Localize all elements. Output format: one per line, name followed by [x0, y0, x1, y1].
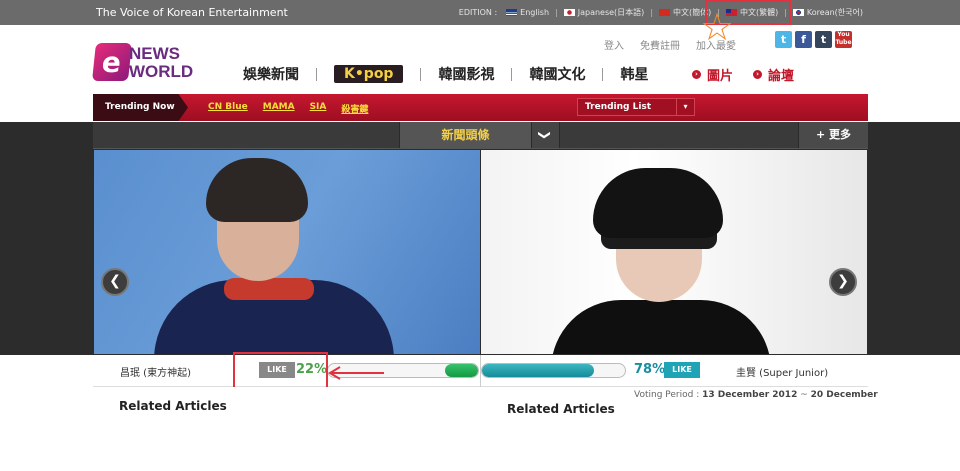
- register-link[interactable]: 免費註冊: [640, 37, 680, 52]
- edition-english-label: English: [520, 8, 550, 17]
- red-arrow-annotation-icon: [328, 366, 384, 380]
- related-articles-left: Related Articles: [119, 399, 227, 413]
- main-nav: 娛樂新聞 K•pop 韓國影視 韓國文化 韩星: [243, 64, 648, 84]
- headline-bar: 新聞頭條 ❯ + 更多: [93, 122, 868, 149]
- tumblr-icon[interactable]: t: [815, 31, 832, 48]
- nav-korean-stars[interactable]: 韩星: [620, 64, 648, 84]
- twitter-icon[interactable]: t: [775, 31, 792, 48]
- more-button[interactable]: + 更多: [798, 122, 868, 148]
- extra-nav: › 圖片 › 論壇: [692, 65, 794, 84]
- arrow-circle-icon: ›: [753, 70, 763, 79]
- facebook-icon[interactable]: f: [795, 31, 812, 48]
- trending-link-sia[interactable]: SIA: [310, 102, 327, 115]
- top-bar: The Voice of Korean Entertainment EDITIO…: [0, 0, 960, 25]
- vote-right-percent: 78%: [634, 362, 666, 377]
- site-logo[interactable]: NEWS WORLD: [92, 43, 194, 83]
- trending-list-select[interactable]: Trending List ▾: [577, 98, 695, 116]
- site-tagline: The Voice of Korean Entertainment: [96, 6, 288, 19]
- nav-divider: [511, 67, 513, 81]
- edition-english[interactable]: English: [506, 8, 549, 17]
- nav-forum-label: 論壇: [768, 69, 795, 84]
- chevron-down-icon: ▾: [676, 99, 694, 115]
- nav-divider: [420, 67, 422, 81]
- arrow-circle-icon: ›: [692, 70, 701, 79]
- us-flag-icon: [506, 9, 518, 16]
- youtube-icon[interactable]: You Tube: [835, 31, 852, 48]
- trending-link-4[interactable]: 殺害鍵: [341, 102, 368, 115]
- cn-flag-icon: [659, 9, 671, 16]
- bookmark-link[interactable]: 加入最愛: [696, 37, 736, 52]
- nav-korean-culture[interactable]: 韓國文化: [529, 64, 585, 84]
- logo-world-text: WORLD: [129, 62, 194, 81]
- trending-list-label: Trending List: [585, 102, 652, 112]
- vote-right-bar: [481, 363, 626, 378]
- nav-korean-drama[interactable]: 韓國影視: [438, 64, 494, 84]
- trending-label: Trending Now: [93, 94, 188, 121]
- trending-links: CN Blue MAMA SIA 殺害鍵: [208, 102, 368, 115]
- edition-korean-label: Korean(한국어): [806, 8, 863, 17]
- nav-photos-label: 圖片: [707, 69, 734, 84]
- login-link[interactable]: 登入: [604, 37, 624, 52]
- kr-flag-icon: [792, 9, 804, 16]
- jp-flag-icon: [563, 9, 575, 16]
- nav-photos[interactable]: › 圖片: [692, 65, 733, 84]
- nav-divider: [316, 67, 317, 81]
- vote-photo-left[interactable]: [94, 150, 480, 354]
- edition-japanese-label: Japanese(日本語): [577, 8, 645, 17]
- voting-period: Voting Period : 13 December 2012 ~ 20 De…: [634, 390, 878, 400]
- vote-row: 昌珉 (東方神起) LIKE 22% 78% LIKE 圭賢 (Super Ju…: [93, 355, 868, 387]
- vote-left-name: 昌珉 (東方神起): [120, 368, 191, 379]
- nav-divider: [602, 67, 604, 81]
- edition-selector: EDITION : English | Japanese(日本語) | 中文(簡…: [458, 7, 863, 18]
- vote-right-name: 圭賢 (Super Junior): [736, 368, 829, 379]
- nav-kpop[interactable]: K•pop: [334, 65, 404, 83]
- vote-photo-right[interactable]: [481, 150, 867, 354]
- social-links: t f t You Tube: [775, 31, 852, 48]
- slider-next-button[interactable]: ❯: [829, 268, 857, 296]
- edition-korean[interactable]: Korean(한국어): [792, 7, 863, 18]
- logo-e-icon: [92, 43, 132, 81]
- vote-highlight-box: [233, 352, 328, 390]
- nav-forum[interactable]: › 論壇: [753, 65, 794, 84]
- related-articles-right: Related Articles: [507, 402, 615, 416]
- slider-prev-button[interactable]: ❮: [101, 268, 129, 296]
- trending-link-cnblue[interactable]: CN Blue: [208, 102, 248, 115]
- like-right-button[interactable]: LIKE: [664, 362, 700, 378]
- logo-news-text: NEWS: [129, 44, 180, 63]
- trending-bar: Trending Now CN Blue MAMA SIA 殺害鍵 Trendi…: [93, 94, 868, 121]
- edition-japanese[interactable]: Japanese(日本語): [563, 7, 645, 18]
- nav-entertainment-news[interactable]: 娛樂新聞: [243, 64, 299, 84]
- trending-link-mama[interactable]: MAMA: [263, 102, 295, 115]
- edition-label: EDITION :: [458, 8, 498, 17]
- utility-links: 登入 免費註冊 加入最愛: [604, 37, 736, 52]
- headline-title: 新聞頭條: [399, 122, 531, 148]
- plus-icon: +: [815, 128, 826, 141]
- more-label: 更多: [829, 128, 852, 141]
- chevron-down-icon[interactable]: ❯: [531, 122, 560, 148]
